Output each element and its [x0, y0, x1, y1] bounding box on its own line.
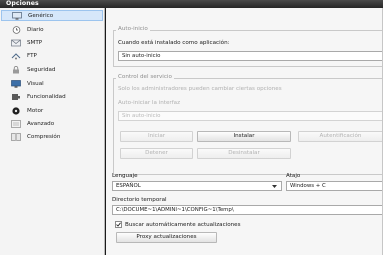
window-title: Opciones	[0, 0, 383, 8]
language-label: Lenguaje	[112, 173, 138, 179]
authentication-button[interactable]: Autentificación	[298, 131, 383, 142]
sidebar-item-diario[interactable]: Diario	[1, 24, 103, 35]
sidebar-item-label: SMTP	[27, 39, 43, 46]
archive-icon	[10, 132, 22, 141]
uninstall-service-button[interactable]: Desinstalar	[197, 148, 291, 159]
sidebar-item-smtp[interactable]: SMTP	[1, 37, 103, 48]
sidebar-item-label: Motor	[27, 107, 44, 114]
sidebar-item-funcionalidad[interactable]: Funcionalidad	[1, 91, 103, 102]
autostart-group	[113, 30, 383, 67]
service-group	[113, 78, 383, 175]
shortcut-field[interactable]: Windows + C	[286, 181, 383, 191]
autostart-ui-select[interactable]: Sin auto-inicio	[118, 111, 383, 121]
language-select[interactable]: ESPAÑOL	[112, 181, 282, 191]
sidebar-item-seguridad[interactable]: Seguridad	[1, 64, 103, 75]
installed-label: Cuando está instalado como aplicación:	[118, 40, 230, 46]
lock-icon	[10, 65, 22, 74]
sidebar-item-label: FTP	[27, 52, 37, 59]
sidebar-item-visual[interactable]: Visual	[1, 78, 103, 89]
temp-dir-input[interactable]: C:\DOCUME~1\ADMINI~1\CONFIG~1\Temp\	[112, 205, 383, 215]
check-mark-icon	[116, 222, 121, 227]
sidebar-item-ftp[interactable]: FTP	[1, 50, 103, 61]
sidebar-item-label: Diario	[27, 26, 44, 33]
ftp-icon	[10, 52, 22, 60]
advanced-icon	[10, 119, 22, 128]
installed-mode-select[interactable]: Sin auto-inicio	[118, 51, 383, 61]
sidebar-item-generico[interactable]: Genérico	[1, 10, 103, 21]
autostart-legend: Auto-inicio	[116, 26, 150, 32]
puzzle-icon	[10, 93, 22, 101]
shortcut-label: Atajo	[286, 173, 301, 179]
sidebar-item-avanzado[interactable]: Avanzado	[1, 118, 103, 129]
sidebar-item-label: Funcionalidad	[27, 93, 66, 100]
options-panel: Auto-inicio Cuando está instalado como a…	[106, 8, 383, 255]
sidebar-item-label: Genérico	[28, 12, 54, 19]
start-service-button[interactable]: Iniciar	[120, 131, 193, 142]
auto-update-label: Buscar automáticamente actualizaciones	[125, 222, 241, 228]
temp-dir-label: Directorio temporal	[112, 197, 167, 203]
gear-icon	[10, 106, 22, 115]
computer-icon	[11, 11, 23, 20]
monitor-icon	[10, 79, 22, 88]
sidebar-item-compresion[interactable]: Compresión	[1, 131, 103, 142]
auto-update-checkbox[interactable]	[115, 221, 122, 228]
sidebar-item-motor[interactable]: Motor	[1, 105, 103, 116]
sidebar-item-label: Seguridad	[27, 66, 56, 73]
language-value: ESPAÑOL	[116, 183, 141, 189]
admins-only-label: Solo los administradores pueden cambiar …	[118, 86, 282, 92]
sidebar-item-label: Avanzado	[27, 120, 55, 127]
stop-service-button[interactable]: Detener	[120, 148, 193, 159]
options-sidebar: Genérico Diario SMTP FTP Seguridad Visua…	[0, 8, 105, 255]
envelope-icon	[10, 39, 22, 47]
proxy-updates-button[interactable]: Proxy actualizaciones	[116, 232, 217, 243]
service-legend: Control del servicio	[116, 74, 174, 80]
sidebar-item-label: Visual	[27, 80, 44, 87]
install-service-button[interactable]: Instalar	[197, 131, 291, 142]
autostart-ui-label: Auto-iniciar la interfaz	[118, 100, 181, 106]
sidebar-item-label: Compresión	[27, 133, 61, 140]
clock-icon	[10, 25, 22, 34]
chevron-down-icon[interactable]	[270, 182, 279, 190]
